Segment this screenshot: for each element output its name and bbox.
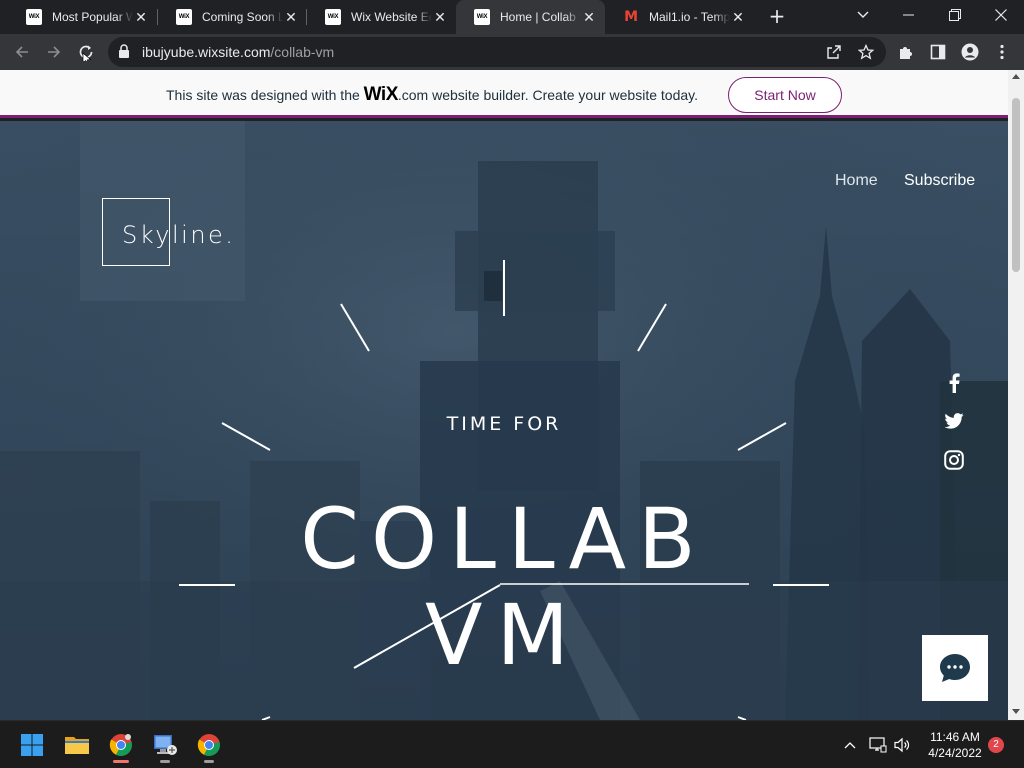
share-icon[interactable]: [824, 42, 844, 62]
tab-close-icon[interactable]: ✕: [730, 9, 746, 25]
tab-title: Mail1.io - Temp: [649, 10, 730, 24]
banner-text-after: .com website builder. Create your websit…: [397, 87, 698, 103]
restore-icon[interactable]: [932, 0, 978, 30]
tab-wix-website-editor[interactable]: WiX Wix Website Edi ✕: [307, 0, 456, 34]
system-clock[interactable]: 11:46 AM 4/24/2022: [922, 729, 988, 761]
menu-kebab-icon[interactable]: [992, 42, 1012, 62]
windows-taskbar: 11:46 AM 4/24/2022 2: [0, 720, 1024, 768]
page-scrollbar[interactable]: [1008, 70, 1024, 720]
tab-title: Most Popular W: [52, 10, 133, 24]
chrome-icon[interactable]: [191, 727, 227, 763]
start-now-button[interactable]: Start Now: [728, 77, 842, 113]
url-text[interactable]: ibujyube.wixsite.com/collab-vm: [142, 44, 334, 60]
back-arrow-icon[interactable]: [8, 38, 36, 66]
windows-start-icon[interactable]: [14, 727, 50, 763]
minimize-icon[interactable]: [886, 0, 932, 30]
scroll-down-arrow-icon[interactable]: [1012, 709, 1020, 714]
tab-coming-soon[interactable]: WiX Coming Soon La ✕: [158, 0, 307, 34]
hero-headline-vm: VM: [425, 586, 583, 684]
browser-toolbar: ibujyube.wixsite.com/collab-vm: [0, 34, 1024, 70]
running-indicator: [160, 760, 170, 763]
hero-headline-collab: COLLAB: [300, 490, 708, 588]
hero-tagline: TIME FOR: [446, 413, 562, 435]
url-path: /collab-vm: [270, 44, 335, 60]
forward-arrow-icon[interactable]: [40, 38, 68, 66]
close-window-icon[interactable]: [978, 0, 1024, 30]
remote-desktop-icon[interactable]: [147, 727, 183, 763]
chat-icon: [940, 654, 970, 682]
wix-banner-message: This site was designed with the WiX.com …: [166, 84, 698, 106]
skyline-logo-text[interactable]: Skyline.: [122, 221, 235, 249]
chat-button[interactable]: [922, 635, 988, 701]
address-bar[interactable]: ibujyube.wixsite.com/collab-vm: [108, 37, 886, 67]
tab-close-icon[interactable]: ✕: [432, 9, 448, 25]
extensions-puzzle-icon[interactable]: [896, 42, 916, 62]
clock-time: 11:46 AM: [930, 730, 980, 744]
reload-icon[interactable]: [72, 38, 100, 66]
profile-avatar-icon[interactable]: [960, 42, 980, 62]
scrollbar-thumb[interactable]: [1012, 98, 1020, 272]
wix-favicon-icon: WiX: [176, 9, 192, 25]
tab-close-icon[interactable]: ✕: [133, 9, 149, 25]
tab-title: Wix Website Edi: [351, 10, 432, 24]
new-tab-plus-icon[interactable]: +: [766, 6, 788, 28]
banner-text-before: This site was designed with the: [166, 87, 364, 103]
notification-badge[interactable]: 2: [988, 737, 1004, 753]
hero-section: Skyline. Home Subscribe TIME FOR COLLAB …: [0, 121, 1008, 720]
scroll-up-arrow-icon[interactable]: [1012, 74, 1020, 79]
show-hidden-icons-chevron-icon[interactable]: [840, 735, 860, 755]
twitter-icon[interactable]: [942, 409, 966, 433]
tab-search-chevron-icon[interactable]: [840, 0, 886, 30]
tab-title: Coming Soon La: [202, 10, 283, 24]
tab-most-popular[interactable]: WiX Most Popular W ✕: [8, 0, 157, 34]
tab-title: Home | Collab V: [500, 10, 581, 24]
tab-home-collab-vm[interactable]: WiX Home | Collab V ✕: [456, 0, 605, 34]
tab-close-icon[interactable]: ✕: [581, 9, 597, 25]
wix-promo-banner: This site was designed with the WiX.com …: [0, 70, 1008, 118]
page-viewport: This site was designed with the WiX.com …: [0, 70, 1024, 720]
wix-logo: WiX: [363, 84, 399, 105]
tab-mail1[interactable]: M Mail1.io - Temp ✕: [605, 0, 754, 34]
chrome-icon[interactable]: [103, 727, 139, 763]
running-indicator: [204, 760, 214, 763]
instagram-icon[interactable]: [942, 448, 966, 472]
network-icon[interactable]: [868, 735, 888, 755]
bookmark-star-icon[interactable]: [856, 42, 876, 62]
nav-subscribe-link[interactable]: Subscribe: [904, 172, 975, 190]
url-host: ibujyube.wixsite.com: [142, 44, 271, 60]
tab-close-icon[interactable]: ✕: [283, 9, 299, 25]
lock-icon[interactable]: [118, 44, 130, 64]
gmail-favicon-icon: M: [624, 9, 638, 25]
side-panel-icon[interactable]: [928, 42, 948, 62]
active-indicator: [113, 760, 129, 763]
wix-favicon-icon: WiX: [325, 9, 341, 25]
wix-favicon-icon: WiX: [474, 9, 490, 25]
nav-home-link[interactable]: Home: [835, 172, 878, 190]
clock-date: 4/24/2022: [928, 746, 982, 760]
volume-icon[interactable]: [892, 735, 912, 755]
file-explorer-icon[interactable]: [59, 727, 95, 763]
wix-favicon-icon: WiX: [26, 9, 42, 25]
facebook-icon[interactable]: [942, 371, 966, 395]
browser-tab-strip: WiX Most Popular W ✕ WiX Coming Soon La …: [0, 0, 1024, 34]
